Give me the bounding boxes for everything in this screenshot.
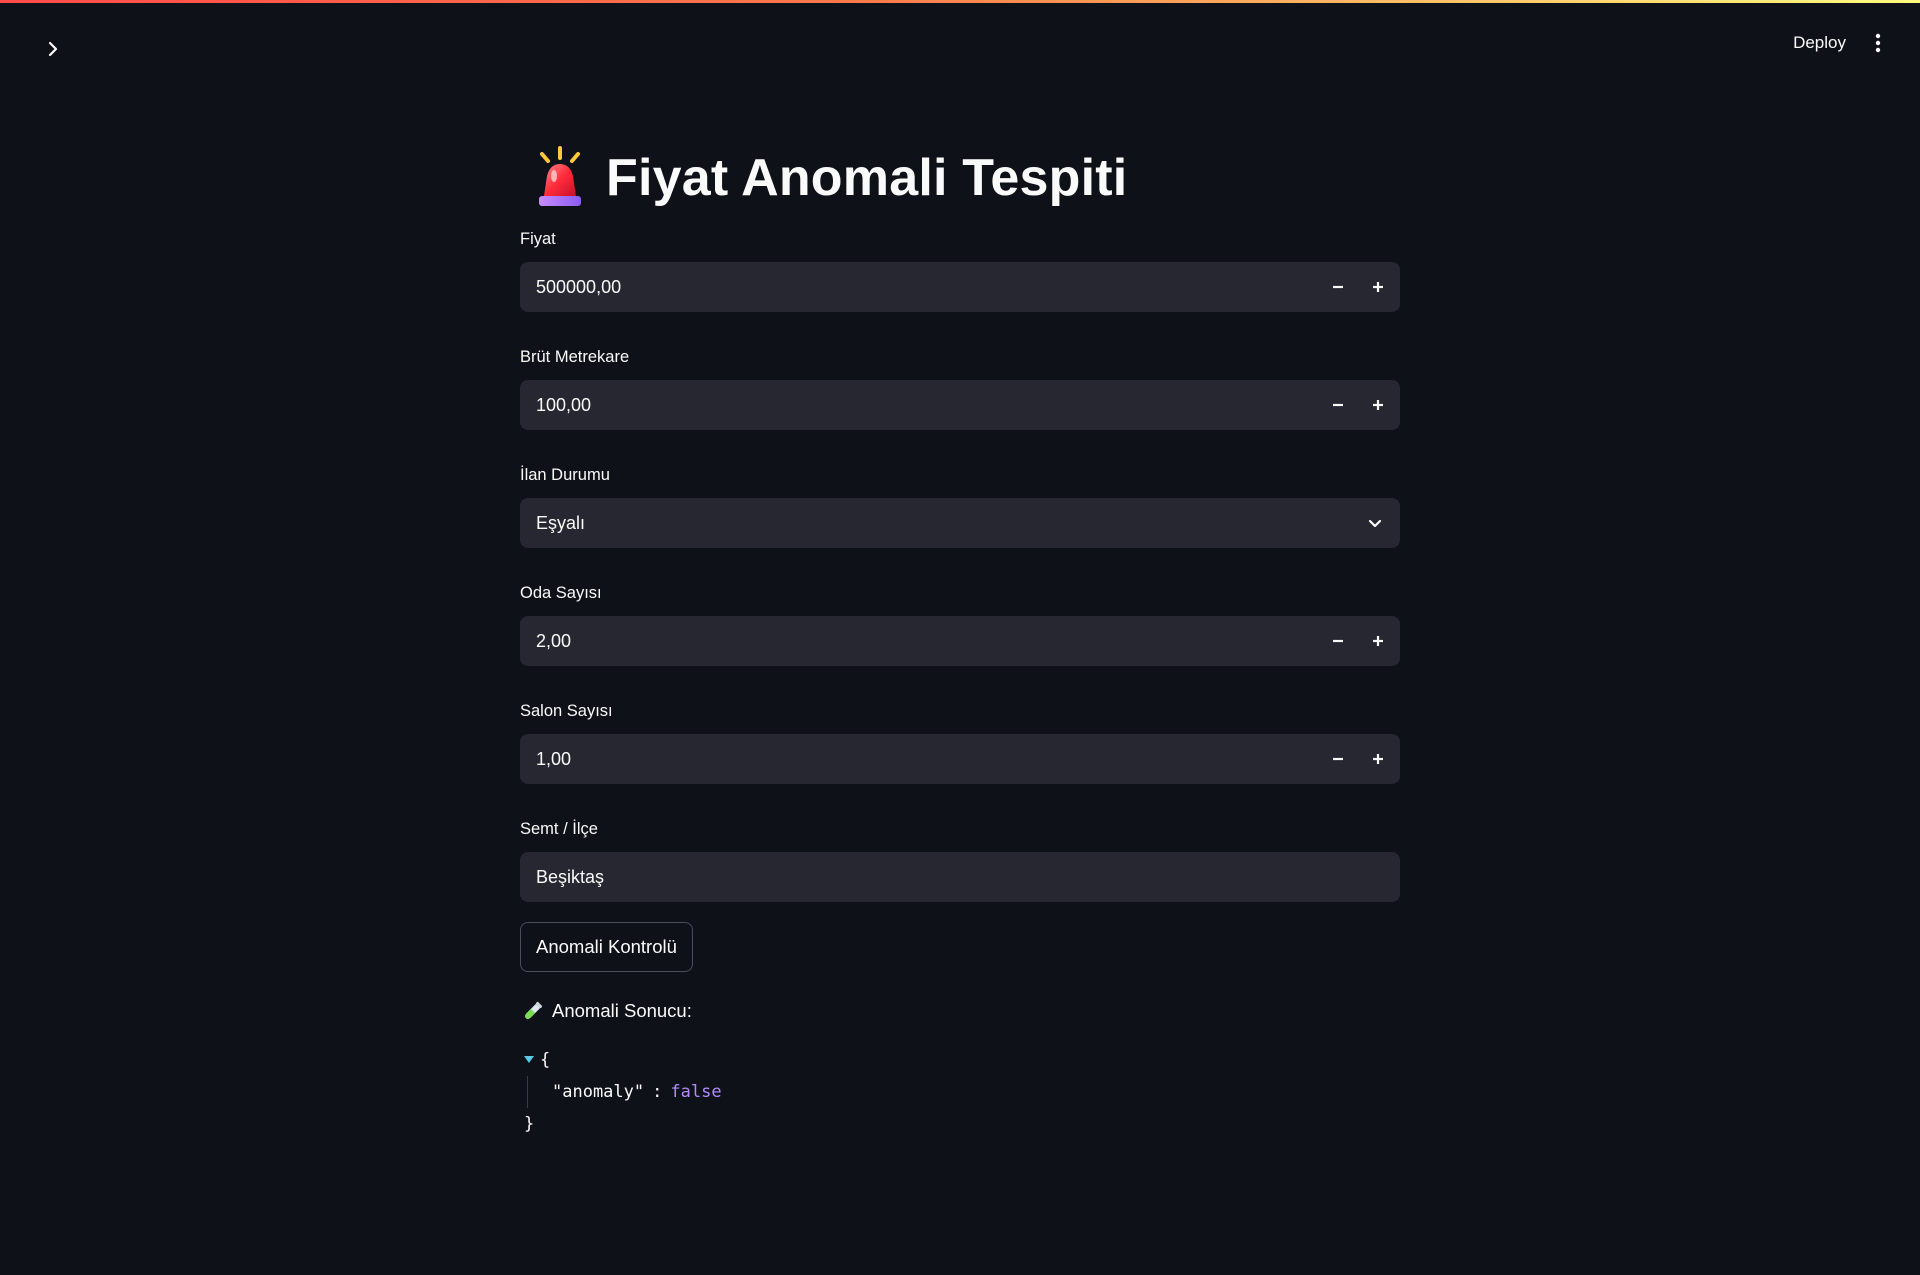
more-vertical-icon xyxy=(1875,33,1881,53)
select-value: Eşyalı xyxy=(536,512,586,533)
main-menu-button[interactable] xyxy=(1870,30,1886,56)
json-open-brace: { xyxy=(540,1050,551,1070)
increment-button[interactable] xyxy=(1358,616,1398,666)
test-tube-icon xyxy=(525,1001,543,1019)
json-entry: "anomaly" : false xyxy=(552,1076,1400,1108)
plus-icon xyxy=(1373,400,1383,410)
semt-ilce-text-input: Beşiktaş xyxy=(520,852,1400,902)
field-salon-sayisi: Salon Sayısı 1,00 xyxy=(520,700,1400,784)
field-label: İlan Durumu xyxy=(520,466,610,484)
sidebar-toggle-button[interactable] xyxy=(40,36,66,62)
json-close-brace: } xyxy=(524,1114,535,1134)
json-colon: : xyxy=(652,1082,663,1102)
json-value: false xyxy=(670,1082,722,1102)
plus-icon xyxy=(1373,754,1383,764)
field-label: Oda Sayısı xyxy=(520,584,602,602)
json-key: "anomaly" xyxy=(552,1082,645,1102)
increment-button[interactable] xyxy=(1358,262,1398,312)
json-viewer: { "anomaly" : false } xyxy=(520,1044,1400,1140)
field-brut-metrekare: Brüt Metrekare 100,00 xyxy=(520,346,1400,430)
field-fiyat: Fiyat 500000,00 xyxy=(520,228,1400,312)
field-label: Semt / İlçe xyxy=(520,820,598,838)
field-label: Brüt Metrekare xyxy=(520,348,630,366)
result-header: Anomali Sonucu: xyxy=(520,996,1400,1026)
collapse-toggle[interactable] xyxy=(522,1053,536,1067)
field-oda-sayisi: Oda Sayısı 2,00 xyxy=(520,582,1400,666)
json-open-line: { xyxy=(520,1044,1400,1076)
chevron-right-icon xyxy=(48,41,58,57)
json-body: "anomaly" : false xyxy=(527,1076,1400,1108)
page-header: Fiyat Anomali Tespiti xyxy=(520,140,1400,216)
minus-icon xyxy=(1333,285,1343,289)
result-label: Anomali Sonucu: xyxy=(552,1000,692,1021)
salon-sayisi-input[interactable]: 1,00 xyxy=(520,749,1318,770)
decrement-button[interactable] xyxy=(1318,616,1358,666)
oda-sayisi-number-input: 2,00 xyxy=(520,616,1400,666)
decrement-button[interactable] xyxy=(1318,262,1358,312)
ilan-durumu-select[interactable]: Eşyalı xyxy=(520,498,1400,548)
field-semt-ilce: Semt / İlçe Beşiktaş xyxy=(520,818,1400,902)
main-content: Fiyat Anomali Tespiti Fiyat 500000,00 Br… xyxy=(520,140,1400,1140)
select-toggle[interactable] xyxy=(1350,498,1400,548)
json-close-line: } xyxy=(520,1108,1400,1140)
police-light-icon xyxy=(539,146,581,206)
brut-metrekare-number-input: 100,00 xyxy=(520,380,1400,430)
increment-button[interactable] xyxy=(1358,734,1398,784)
page-title: Fiyat Anomali Tespiti xyxy=(606,149,1128,207)
brut-metrekare-input[interactable]: 100,00 xyxy=(520,395,1318,416)
chevron-down-icon xyxy=(1368,519,1382,528)
salon-sayisi-number-input: 1,00 xyxy=(520,734,1400,784)
field-label: Fiyat xyxy=(520,230,556,248)
fiyat-input[interactable]: 500000,00 xyxy=(520,277,1318,298)
header-toolbar: Deploy xyxy=(1793,30,1886,56)
oda-sayisi-input[interactable]: 2,00 xyxy=(520,631,1318,652)
semt-ilce-input[interactable]: Beşiktaş xyxy=(520,867,1400,888)
minus-icon xyxy=(1333,639,1343,643)
minus-icon xyxy=(1333,757,1343,761)
top-decoration-bar xyxy=(0,0,1920,3)
minus-icon xyxy=(1333,403,1343,407)
fiyat-number-input: 500000,00 xyxy=(520,262,1400,312)
field-ilan-durumu: İlan Durumu Eşyalı xyxy=(520,464,1400,548)
plus-icon xyxy=(1373,282,1383,292)
plus-icon xyxy=(1373,636,1383,646)
decrement-button[interactable] xyxy=(1318,734,1358,784)
anomali-kontrol-button[interactable]: Anomali Kontrolü xyxy=(520,922,693,972)
deploy-button[interactable]: Deploy xyxy=(1793,33,1846,53)
increment-button[interactable] xyxy=(1358,380,1398,430)
caret-down-icon xyxy=(524,1056,534,1063)
field-label: Salon Sayısı xyxy=(520,702,613,720)
decrement-button[interactable] xyxy=(1318,380,1358,430)
